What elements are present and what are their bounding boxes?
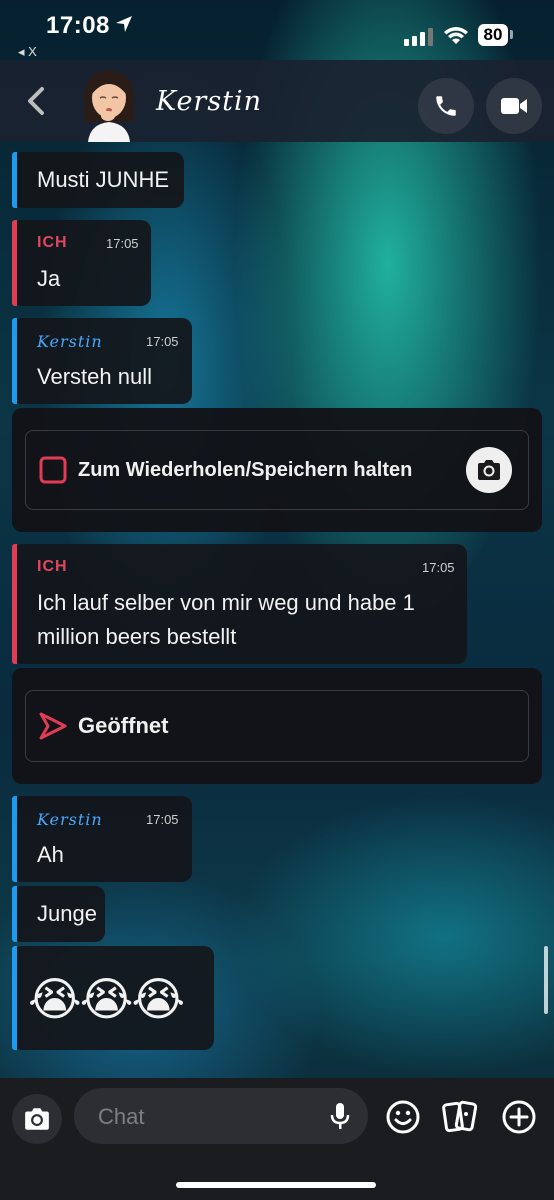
location-arrow-icon: [116, 16, 132, 32]
plus-icon[interactable]: [502, 1100, 536, 1134]
message-text: Musti JUNHE: [37, 167, 170, 192]
message-bubble[interactable]: Kerstin 17:05 Versteh null: [12, 318, 192, 404]
wifi-icon: [444, 27, 468, 44]
message-bubble[interactable]: Junge: [12, 886, 105, 942]
snap-square-icon: [39, 456, 67, 484]
avatar[interactable]: [78, 64, 140, 142]
message-bubble[interactable]: ICH 17:05 Ich lauf selber von mir weg un…: [12, 544, 467, 664]
chat-input-container[interactable]: [74, 1088, 368, 1146]
snap-camera-button[interactable]: [466, 447, 512, 493]
message-text: Junge: [37, 901, 97, 926]
scroll-indicator[interactable]: [544, 946, 548, 1014]
video-call-button[interactable]: [486, 78, 542, 134]
home-indicator[interactable]: [176, 1182, 376, 1188]
status-time: 17:08: [46, 12, 110, 39]
message-sender: Kerstin: [37, 332, 103, 351]
video-camera-icon: [501, 98, 527, 114]
message-text: Versteh null: [37, 364, 152, 389]
back-to-app-label[interactable]: ◂ X: [18, 44, 37, 60]
sender-bar: [12, 544, 17, 664]
microphone-icon[interactable]: [330, 1102, 350, 1130]
snap-card-opened[interactable]: Geöffnet: [12, 668, 542, 784]
snap-opened-label: Geöffnet: [78, 713, 169, 738]
message-emoji: 😭😭😭: [28, 973, 185, 1025]
sender-bar: [12, 152, 17, 208]
chat-header: Kerstin: [0, 60, 554, 142]
message-timestamp: 17:05: [146, 334, 179, 349]
snap-card-inner: Zum Wiederholen/Speichern halten: [25, 430, 529, 510]
back-chevron-icon[interactable]: [22, 84, 52, 118]
camera-icon: [25, 1108, 49, 1130]
snap-card-replay[interactable]: Zum Wiederholen/Speichern halten: [12, 408, 542, 532]
message-text: Ah: [37, 842, 64, 867]
stickers-icon[interactable]: [442, 1100, 478, 1134]
sender-bar: [12, 796, 17, 882]
message-bubble[interactable]: Musti JUNHE: [12, 152, 184, 208]
message-text-line1: Ich lauf selber von mir weg und habe 1: [37, 590, 415, 615]
message-timestamp: 17:05: [146, 812, 179, 827]
message-bubble[interactable]: ICH 17:05 Ja: [12, 220, 151, 306]
call-button[interactable]: [418, 78, 474, 134]
contact-name[interactable]: Kerstin: [156, 86, 262, 117]
message-bubble[interactable]: 😭😭😭: [12, 946, 214, 1050]
status-bar: 17:08 ◂ X 80: [0, 0, 554, 60]
cellular-signal-icon: [404, 28, 433, 46]
snap-hold-label: Zum Wiederholen/Speichern halten: [78, 459, 413, 481]
snap-card-inner: Geöffnet: [25, 690, 529, 762]
message-sender: ICH: [37, 558, 68, 575]
message-bubble[interactable]: Kerstin 17:05 Ah: [12, 796, 192, 882]
sender-bar: [12, 886, 17, 942]
chat-input[interactable]: [96, 1088, 320, 1146]
message-text: Ja: [37, 266, 61, 291]
sender-bar: [12, 946, 17, 1050]
camera-icon: [478, 460, 500, 480]
phone-icon: [436, 96, 456, 116]
message-text-line2: million beers bestellt: [37, 624, 237, 649]
battery-cap: [510, 30, 513, 39]
message-sender: Kerstin: [37, 810, 103, 829]
emoji-icon[interactable]: [386, 1100, 420, 1134]
message-timestamp: 17:05: [106, 236, 139, 251]
sender-bar: [12, 318, 17, 404]
sender-bar: [12, 220, 17, 306]
message-sender: ICH: [37, 234, 68, 251]
camera-button[interactable]: [12, 1094, 62, 1144]
opened-arrow-icon: [39, 712, 67, 740]
message-timestamp: 17:05: [422, 560, 455, 575]
battery-indicator: 80: [478, 24, 508, 46]
